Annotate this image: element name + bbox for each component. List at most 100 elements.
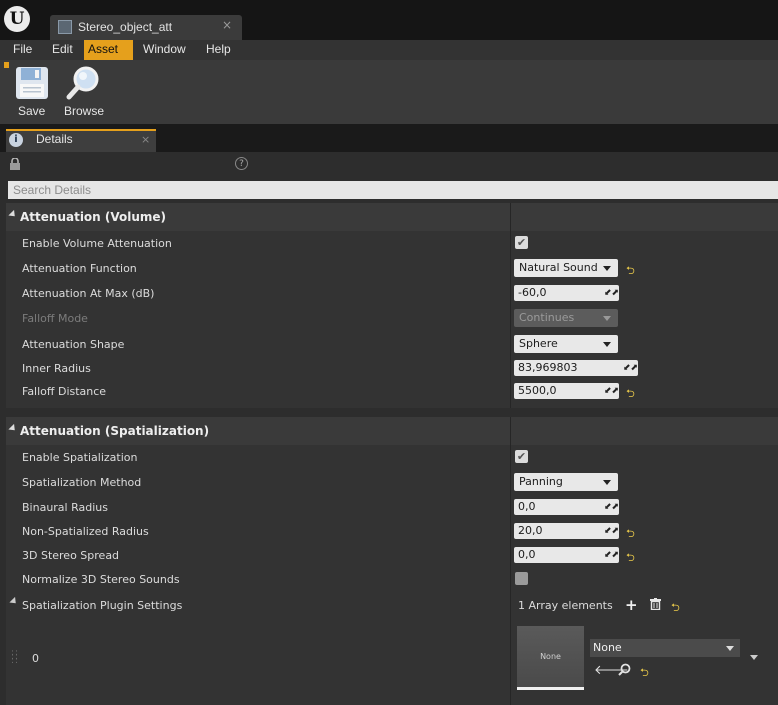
search-details-input[interactable] <box>8 181 778 199</box>
sound-attenuation-asset-icon <box>58 20 72 34</box>
falloff-mode-label: Falloff Mode <box>22 312 88 325</box>
document-tab-title: Stereo_object_att <box>78 20 173 34</box>
asset-picker-dropdown[interactable]: None <box>590 639 740 657</box>
falloff-mode-value: Continues <box>519 311 575 324</box>
enable-volume-attenuation-checkbox[interactable]: ✔ <box>515 236 528 249</box>
enable-spatialization-checkbox[interactable]: ✔ <box>515 450 528 463</box>
drag-grip-icon[interactable]: ⬋⬈ <box>604 502 619 512</box>
chevron-down-icon <box>603 342 611 347</box>
binaural-radius-field[interactable]: 0,0 ⬋⬈ <box>514 499 619 515</box>
attenuation-at-max-field[interactable]: -60,0 ⬋⬈ <box>514 285 619 301</box>
close-tab-icon[interactable]: × <box>222 18 232 32</box>
details-icon: i <box>9 133 23 147</box>
non-spatialized-radius-value: 20,0 <box>518 524 543 537</box>
browse-asset-search-icon[interactable] <box>618 663 631 679</box>
stereo-spread-label: 3D Stereo Spread <box>22 549 120 562</box>
stereo-spread-field[interactable]: 0,0 ⬋⬈ <box>514 547 619 563</box>
category-title: Attenuation (Spatialization) <box>20 424 210 438</box>
attenuation-function-value: Natural Sound <box>519 261 598 274</box>
enable-spatialization-label: Enable Spatialization <box>22 451 138 464</box>
add-element-icon[interactable]: + <box>625 596 638 614</box>
reset-to-default-icon[interactable]: ⮌ <box>671 599 680 618</box>
help-icon[interactable]: ? <box>235 157 248 170</box>
category-attenuation-spatialization[interactable]: Attenuation (Spatialization) <box>6 417 778 445</box>
column-divider <box>510 445 511 705</box>
save-button-label: Save <box>18 104 46 118</box>
menu-window[interactable]: Window <box>139 40 190 60</box>
drag-grip-icon[interactable]: ⬋⬈ <box>604 288 619 298</box>
drag-handle-icon[interactable]: :::::: <box>11 649 19 666</box>
browse-button[interactable] <box>66 66 100 103</box>
menu-asset[interactable]: Asset <box>84 40 133 60</box>
attenuation-shape-value: Sphere <box>519 337 558 350</box>
magnifier-icon <box>66 66 99 100</box>
chevron-down-icon <box>603 316 611 321</box>
falloff-mode-dropdown: Continues <box>514 309 618 327</box>
array-elements-count: 1 Array elements <box>518 599 613 612</box>
close-details-tab-icon[interactable]: × <box>141 133 150 146</box>
normalize-stereo-label: Normalize 3D Stereo Sounds <box>22 573 180 586</box>
spatialization-method-value: Panning <box>519 475 563 488</box>
save-button[interactable] <box>15 66 49 103</box>
delete-all-icon[interactable] <box>650 598 661 613</box>
collapse-arrow-icon <box>8 209 18 220</box>
inner-radius-label: Inner Radius <box>22 362 91 375</box>
menu-file[interactable]: File <box>9 40 36 60</box>
reset-to-default-icon[interactable]: ⮌ <box>626 262 635 281</box>
attenuation-shape-dropdown[interactable]: Sphere <box>514 335 618 353</box>
binaural-radius-label: Binaural Radius <box>22 501 108 514</box>
attenuation-at-max-value: -60,0 <box>518 286 547 299</box>
document-tab[interactable]: Stereo_object_att × <box>50 15 242 40</box>
column-divider <box>510 417 511 445</box>
normalize-stereo-checkbox[interactable] <box>515 572 528 585</box>
array-index-label: 0 <box>32 652 39 665</box>
attenuation-at-max-label: Attenuation At Max (dB) <box>22 287 155 300</box>
unreal-logo-icon: U <box>4 6 30 32</box>
drag-grip-icon[interactable]: ⬋⬈ <box>604 526 619 536</box>
volume-properties <box>6 231 778 408</box>
stereo-spread-value: 0,0 <box>518 548 536 561</box>
collapse-arrow-icon <box>8 423 18 434</box>
falloff-distance-field[interactable]: 5500,0 ⬋⬈ <box>514 383 619 399</box>
reset-to-default-icon[interactable]: ⮌ <box>626 385 635 404</box>
menu-edit[interactable]: Edit <box>48 40 77 60</box>
toolbar <box>0 60 778 124</box>
toolbar-grip <box>4 62 9 68</box>
inner-radius-value: 83,969803 <box>518 361 578 374</box>
falloff-distance-value: 5500,0 <box>518 384 557 397</box>
column-divider <box>510 231 511 408</box>
plugin-settings-label: Spatialization Plugin Settings <box>22 599 183 612</box>
category-title: Attenuation (Volume) <box>20 210 167 224</box>
drag-grip-icon[interactable]: ⬋⬈ <box>604 550 619 560</box>
element-options-chevron-icon[interactable] <box>750 655 758 660</box>
chevron-down-icon <box>603 480 611 485</box>
asset-picker-value: None <box>593 641 622 654</box>
binaural-radius-value: 0,0 <box>518 500 536 513</box>
menu-help[interactable]: Help <box>202 40 235 60</box>
asset-thumbnail[interactable]: None <box>517 626 584 690</box>
details-tab-label: Details <box>36 132 73 146</box>
attenuation-shape-label: Attenuation Shape <box>22 338 125 351</box>
reset-to-default-icon[interactable]: ⮌ <box>640 664 649 683</box>
browse-button-label: Browse <box>64 104 105 118</box>
spatialization-method-dropdown[interactable]: Panning <box>514 473 618 491</box>
attenuation-function-dropdown[interactable]: Natural Sound <box>514 259 618 277</box>
falloff-distance-label: Falloff Distance <box>22 385 107 398</box>
spatialization-method-label: Spatialization Method <box>22 476 142 489</box>
drag-grip-icon[interactable]: ⬋⬈ <box>604 386 619 396</box>
save-icon <box>16 67 48 99</box>
non-spatialized-radius-field[interactable]: 20,0 ⬋⬈ <box>514 523 619 539</box>
column-divider <box>510 203 511 231</box>
details-tab[interactable] <box>6 129 156 152</box>
reset-to-default-icon[interactable]: ⮌ <box>626 549 635 568</box>
chevron-down-icon <box>603 266 611 271</box>
lock-icon[interactable] <box>8 157 22 170</box>
category-attenuation-volume[interactable]: Attenuation (Volume) <box>6 203 778 231</box>
inner-radius-field[interactable]: 83,969803 ⬋⬈ <box>514 360 638 376</box>
non-spatialized-radius-label: Non-Spatialized Radius <box>22 525 149 538</box>
enable-volume-attenuation-label: Enable Volume Attenuation <box>22 237 172 250</box>
chevron-down-icon <box>726 646 734 651</box>
drag-grip-icon[interactable]: ⬋⬈ <box>623 363 638 373</box>
attenuation-function-label: Attenuation Function <box>22 262 137 275</box>
reset-to-default-icon[interactable]: ⮌ <box>626 525 635 544</box>
